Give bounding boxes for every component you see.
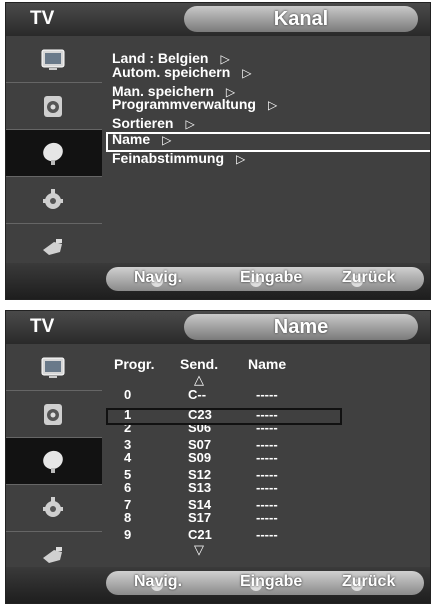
column-header-send: Send. [180, 356, 219, 372]
table-row[interactable]: 4 S09 ----- [102, 450, 430, 465]
selected-row-highlight [106, 408, 342, 425]
sidebar-item-setup[interactable] [6, 485, 102, 532]
row-name: ----- [256, 480, 278, 495]
menu-item-programmverwaltung[interactable]: Programmverwaltung ▷ [112, 97, 277, 112]
hint-enter: Eingabe [240, 573, 303, 590]
hint-bar: Navig. Eingabe Zurück [6, 567, 430, 603]
hint-enter: Eingabe [240, 269, 303, 286]
sidebar-item-sound[interactable] [6, 391, 102, 438]
row-name: ----- [256, 527, 278, 542]
row-send: S13 [188, 480, 212, 495]
table-row[interactable]: 6 S13 ----- [102, 480, 430, 495]
scroll-up-icon[interactable]: △ [194, 372, 204, 388]
hint-bar: Navig. Eingabe Zurück [6, 263, 430, 299]
sidebar [6, 344, 102, 567]
row-prog: 6 [124, 480, 132, 495]
row-send: S09 [188, 450, 212, 465]
row-prog: 8 [124, 510, 132, 525]
column-header-name: Name [248, 356, 287, 372]
row-name: ----- [256, 510, 278, 525]
picture-icon [41, 49, 65, 70]
input-icon [43, 239, 62, 255]
scroll-down-icon[interactable]: ▽ [194, 542, 204, 558]
menu-item-label: Programmverwaltung [112, 96, 256, 112]
arrow-right-icon: ▷ [185, 117, 195, 131]
sidebar-item-sound[interactable] [6, 83, 102, 130]
menu-item-label: Feinabstimmung [112, 150, 225, 166]
channel-menu: Land : Belgien ▷ Autom. speichern ▷ Man. s… [102, 36, 430, 263]
selection-highlight [106, 132, 430, 152]
menu-item-sortieren[interactable]: Sortieren ▷ [112, 116, 195, 131]
title-bar: TV Name [6, 311, 430, 344]
channel-icon [43, 142, 63, 165]
name-menu-screen: TV Name Progr. Send. Name △ 0 C-- ----- … [5, 310, 431, 604]
row-prog: 9 [124, 527, 132, 542]
setup-icon [43, 497, 63, 517]
hint-back: Zurück [342, 269, 396, 286]
input-icon [43, 547, 62, 563]
row-name: ----- [256, 450, 278, 465]
title-bar: TV Kanal [6, 3, 430, 36]
arrow-right-icon: ▷ [267, 98, 278, 112]
tv-label: TV [30, 316, 55, 337]
sound-icon [44, 96, 62, 117]
setup-icon [43, 189, 63, 209]
hint-back: Zurück [342, 573, 396, 590]
row-send: S17 [188, 510, 212, 525]
row-send: C21 [188, 527, 212, 542]
table-row[interactable]: 9 C21 ----- [102, 527, 430, 542]
sidebar [6, 36, 102, 263]
hint-navigate: Navig. [134, 269, 183, 286]
menu-title: Kanal [184, 6, 418, 32]
hint-navigate: Navig. [134, 573, 183, 590]
arrow-right-icon: ▷ [236, 152, 246, 166]
menu-item-feinabstimmung[interactable]: Feinabstimmung ▷ [112, 151, 245, 166]
arrow-right-icon: ▷ [242, 66, 252, 80]
channel-name-table: Progr. Send. Name △ 0 C-- ----- 1 C23 ----- … [102, 344, 430, 567]
row-prog: 4 [124, 450, 132, 465]
sidebar-item-picture[interactable] [6, 36, 102, 83]
column-header-prog: Progr. [114, 356, 155, 372]
kanal-menu-screen: TV Kanal Land: Belgien ▷ Autom. speiche… [5, 2, 431, 300]
sidebar-item-setup[interactable] [6, 177, 102, 224]
row-send: C-- [188, 387, 207, 402]
row-prog: 0 [124, 387, 132, 402]
channel-icon [43, 450, 63, 473]
menu-title: Name [184, 314, 418, 340]
picture-icon [41, 357, 65, 378]
table-row[interactable]: 8 S17 ----- [102, 510, 430, 525]
sound-icon [44, 404, 62, 425]
menu-item-label: Sortieren [112, 115, 174, 131]
menu-item-label: Autom. speichern [112, 64, 231, 80]
tv-label: TV [30, 8, 55, 29]
sidebar-item-picture[interactable] [6, 344, 102, 391]
sidebar-item-channel[interactable] [6, 130, 102, 177]
menu-item-autom-speichern[interactable]: Autom. speichern ▷ [112, 65, 251, 80]
table-row[interactable]: 0 C-- ----- [102, 387, 430, 402]
row-name: ----- [256, 387, 278, 402]
sidebar-item-channel[interactable] [6, 438, 102, 485]
